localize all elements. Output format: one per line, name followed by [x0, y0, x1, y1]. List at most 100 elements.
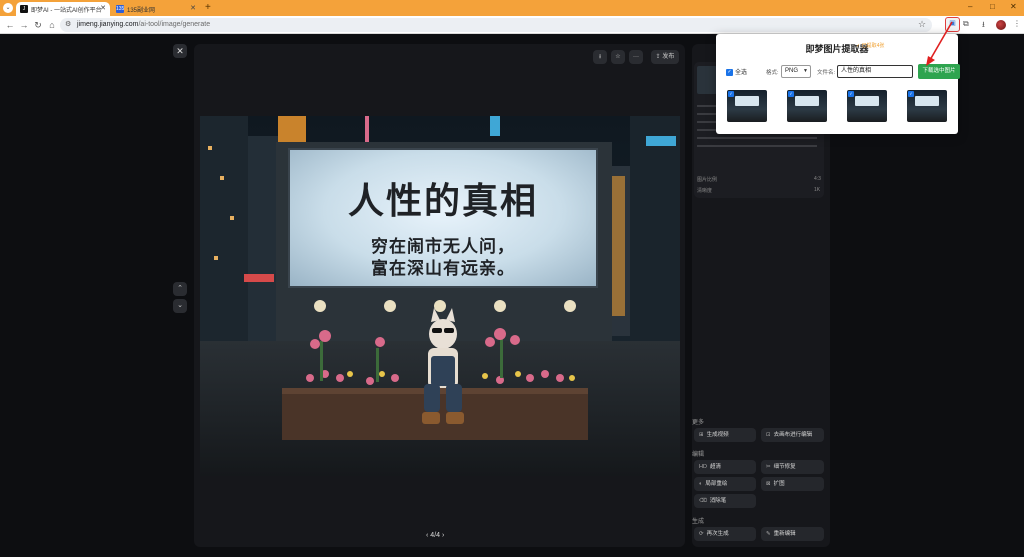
thumb-checkbox-icon[interactable]: ✓: [908, 91, 914, 97]
edit-in-canvas-label: 去画布进行编辑: [773, 432, 813, 438]
reload-icon[interactable]: ↻: [32, 19, 44, 31]
thumb-billboard: [795, 96, 819, 106]
extensions-icon[interactable]: ⧉: [963, 19, 969, 29]
minimize-button[interactable]: –: [968, 2, 972, 11]
billboard-line-2: 富在深山有远亲。: [371, 259, 515, 279]
tab-search-icon[interactable]: ⌄: [3, 3, 13, 13]
browser-toolbar: ← → ↻ ⌂ ⚙ jimeng.jianying.com/ai-tool/im…: [0, 16, 1024, 34]
home-icon[interactable]: ⌂: [46, 19, 58, 31]
forward-icon[interactable]: →: [18, 19, 30, 31]
filename-input[interactable]: 人性的真相: [837, 65, 913, 78]
prev-image-icon[interactable]: ‹: [426, 532, 428, 539]
billboard-title: 人性的真相: [347, 180, 538, 222]
format-select[interactable]: PNG ▼: [781, 65, 811, 78]
address-bar[interactable]: ⚙ jimeng.jianying.com/ai-tool/image/gene…: [60, 18, 932, 32]
inpaint-button[interactable]: ◐ 局部重绘: [694, 477, 756, 491]
back-icon[interactable]: ←: [4, 19, 16, 31]
edit-in-canvas-button[interactable]: ⊡ 去画布进行编辑: [761, 428, 824, 442]
generate-video-button[interactable]: ⊞ 生成视频: [694, 428, 756, 442]
annotation-arrow-icon: [926, 21, 953, 66]
select-all-label: 全选: [735, 70, 748, 76]
close-viewer-button[interactable]: ✕: [173, 44, 187, 58]
profile-avatar[interactable]: [996, 20, 1006, 30]
thumbnail-4[interactable]: ✓: [907, 90, 947, 122]
regenerate-button[interactable]: ⟳ 再次生成: [694, 527, 756, 541]
tab-close-icon[interactable]: ✕: [100, 4, 106, 12]
eraser-label: 消除笔: [709, 498, 727, 504]
video-icon: ⊞: [699, 432, 704, 438]
next-down-button[interactable]: ⌄: [173, 299, 187, 313]
new-tab-button[interactable]: +: [205, 2, 211, 13]
downloads-icon[interactable]: ⭳: [982, 19, 985, 33]
re-edit-label: 重新编辑: [773, 531, 796, 537]
inpaint-label: 局部重绘: [705, 481, 728, 487]
resolution-label: 清晰度: [697, 188, 713, 194]
url-text[interactable]: jimeng.jianying.com/ai-tool/image/genera…: [77, 20, 210, 30]
detail-repair-button[interactable]: ✂ 细节修复: [761, 460, 824, 474]
tab-label: 即梦AI - 一站式AI创作平台: [31, 7, 102, 14]
expand-image-button[interactable]: ⊠ 扩图: [761, 477, 824, 491]
hd-icon: HD: [699, 464, 707, 470]
thumbnail-3[interactable]: ✓: [847, 90, 887, 122]
billboard: 人性的真相 穷在闹市无人问， 富在深山有远亲。: [288, 148, 598, 288]
prompt-thumbnail[interactable]: [697, 66, 717, 94]
resolution-value: 1K: [814, 187, 821, 193]
extracted-count-badge: ✓ 已提取4张: [856, 43, 885, 49]
thumbnail-1[interactable]: ✓: [727, 90, 767, 122]
page-indicator-text: 4/4: [430, 532, 441, 539]
thumb-checkbox-icon[interactable]: ✓: [848, 91, 854, 97]
next-image-icon[interactable]: ›: [442, 532, 444, 539]
format-value: PNG: [785, 68, 799, 74]
ratio-label: 图片比例: [697, 177, 718, 183]
tab-close-icon[interactable]: ✕: [190, 4, 196, 12]
url-path: /ai-tool/image/generate: [138, 21, 211, 28]
refresh-icon: ⟳: [699, 531, 704, 537]
browser-menu-icon[interactable]: ⋮: [1013, 19, 1021, 28]
tab-jimeng[interactable]: J 即梦AI - 一站式AI创作平台 ✕: [16, 2, 110, 16]
more-options-button[interactable]: ···: [629, 50, 643, 64]
close-window-button[interactable]: ✕: [1010, 2, 1017, 11]
repair-icon: ✂: [766, 464, 771, 470]
select-all-checkbox[interactable]: ✓ 全选: [726, 67, 747, 76]
url-host: jimeng.jianying.com: [77, 21, 139, 28]
thumbnail-2[interactable]: ✓: [787, 90, 827, 122]
thumb-checkbox-icon[interactable]: ✓: [728, 91, 734, 97]
thumb-billboard: [915, 96, 939, 106]
upscale-hd-label: 超清: [709, 464, 721, 470]
expand-image-label: 扩图: [773, 481, 785, 487]
detail-repair-label: 细节修复: [773, 464, 796, 470]
ratio-value: 4:3: [814, 176, 821, 182]
expand-icon: ⊠: [766, 481, 771, 487]
eraser-icon: ⌫: [699, 498, 707, 504]
canvas-icon: ⊡: [766, 432, 771, 438]
chevron-down-icon: ▼: [803, 68, 808, 74]
publish-button[interactable]: ⇪ 发布: [651, 50, 679, 64]
tab-135[interactable]: 135 135副业网 ✕: [112, 2, 200, 16]
site-135-favicon-icon: 135: [116, 5, 125, 13]
maximize-button[interactable]: □: [990, 2, 995, 11]
checkbox-checked-icon: ✓: [726, 68, 733, 76]
format-label: 格式:: [766, 70, 779, 76]
favorite-button[interactable]: ☆: [611, 50, 625, 64]
upscale-hd-button[interactable]: HD 超清: [694, 460, 756, 474]
regenerate-label: 再次生成: [706, 531, 729, 537]
generated-image[interactable]: 人性的真相 穷在闹市无人问， 富在深山有远亲。: [200, 116, 680, 476]
jimeng-favicon-icon: J: [20, 5, 28, 13]
thumb-billboard: [855, 96, 879, 106]
thumb-checkbox-icon[interactable]: ✓: [788, 91, 794, 97]
download-button[interactable]: ⭳: [593, 50, 607, 64]
eraser-button[interactable]: ⌫ 消除笔: [694, 494, 756, 508]
tab-label: 135副业网: [127, 7, 156, 14]
re-edit-button[interactable]: ✎ 重新编辑: [761, 527, 824, 541]
site-info-icon[interactable]: ⚙: [65, 20, 71, 28]
filename-label: 文件名:: [817, 70, 836, 76]
more-section-title: 更多: [692, 420, 705, 426]
generate-video-label: 生成视频: [706, 432, 729, 438]
previous-up-button[interactable]: ⌃: [173, 282, 187, 296]
edit-section-title: 编辑: [692, 452, 705, 458]
thumb-billboard: [735, 96, 759, 106]
publish-label: 发布: [662, 54, 675, 60]
edit-icon: ✎: [766, 531, 771, 537]
page-indicator: ‹ 4/4 ›: [426, 532, 444, 539]
brush-icon: ◐: [699, 481, 703, 487]
